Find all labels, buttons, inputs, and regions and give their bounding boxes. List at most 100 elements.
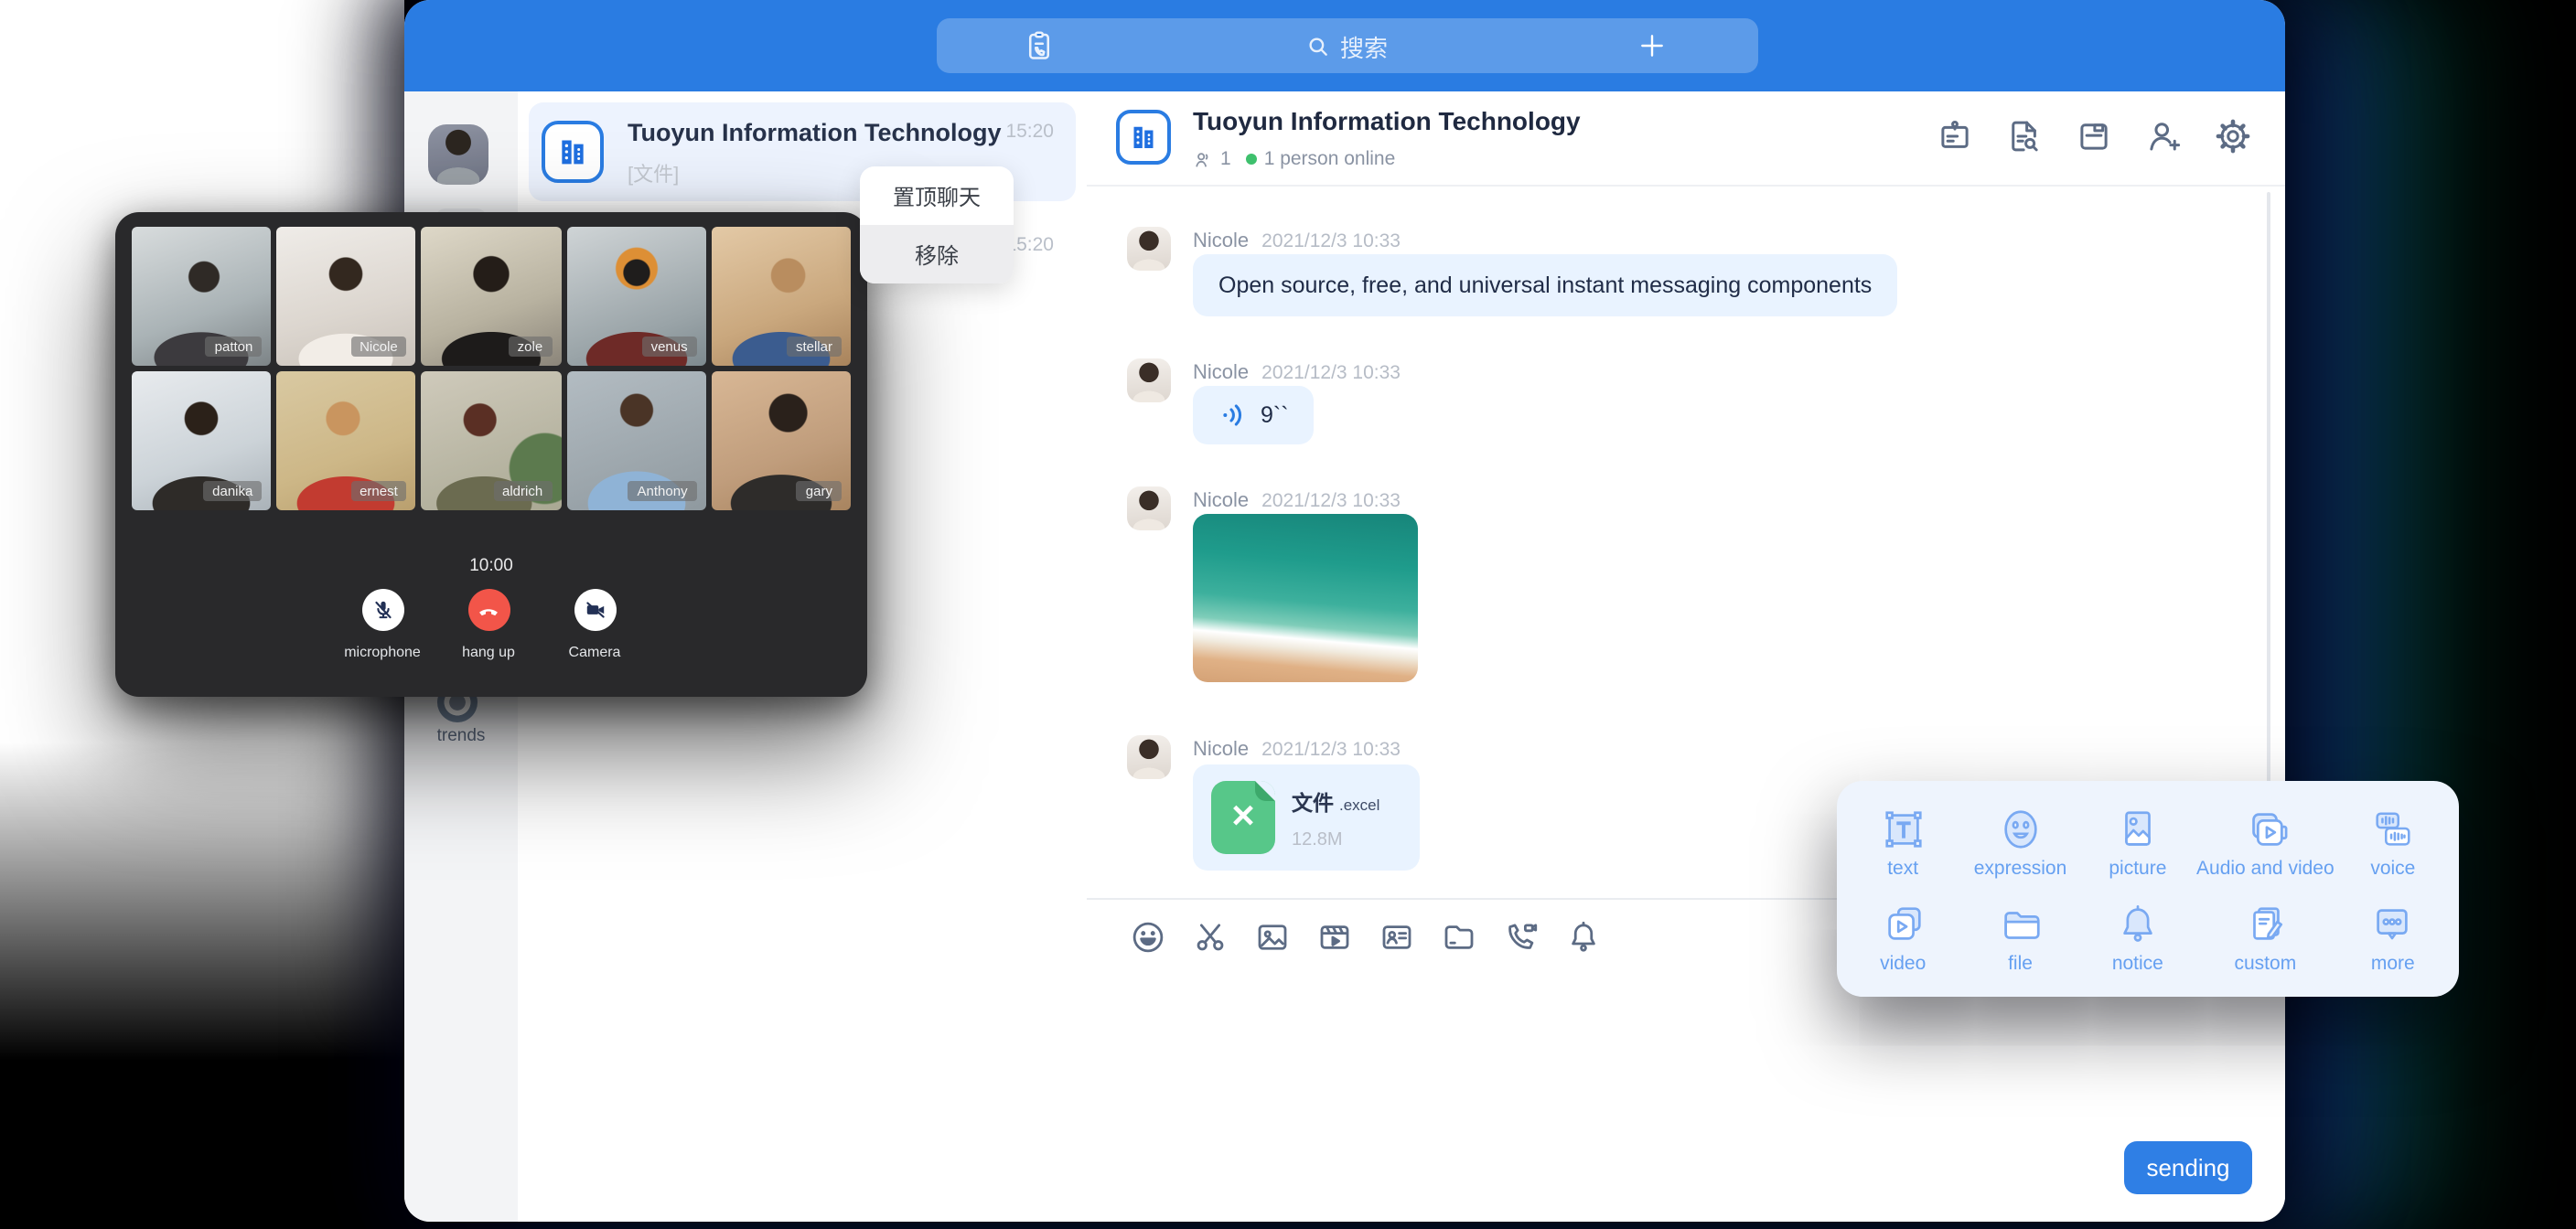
file-size: 12.8M [1292,829,1379,850]
image-message[interactable] [1193,514,1418,682]
sender-name: Nicole [1193,739,1249,761]
group-avatar-icon [542,121,604,183]
user-avatar[interactable] [428,124,488,185]
popup-item-notice[interactable]: notice [2079,891,2196,986]
online-dot [1246,154,1257,165]
message-meta: Nicole2021/12/3 10:33 [1193,355,1401,388]
sender-avatar[interactable] [1127,735,1171,779]
chat-header: Tuoyun Information Technology 1 1 person… [1087,91,2285,187]
notice-bell-icon [2115,902,2161,947]
microphone-control: microphone [327,589,437,660]
file-icon[interactable] [2075,117,2113,155]
contact-card-icon[interactable] [1378,918,1416,956]
sender-avatar[interactable] [1127,227,1171,271]
participant-video[interactable]: Anthony [566,371,705,510]
sender-avatar[interactable] [1127,358,1171,402]
hangup-label: hang up [434,644,543,660]
participant-video[interactable]: zole [422,227,561,366]
popup-item-text[interactable]: text [1844,796,1961,891]
hang-up-button[interactable] [467,589,510,631]
image-icon[interactable] [1253,918,1292,956]
chat-panel: Tuoyun Information Technology 1 1 person… [1087,91,2285,1222]
send-button[interactable]: sending [2124,1141,2252,1194]
popup-item-custom[interactable]: custom [2196,891,2334,986]
participant-name: stellar [787,336,842,357]
trends-label[interactable]: trends [404,726,518,746]
participant-video[interactable]: ernest [276,371,415,510]
search-placeholder: 搜索 [1340,28,1388,63]
voice-icon [2370,807,2416,852]
camera-label: Camera [540,644,649,660]
popup-item-audio-video[interactable]: Audio and video [2196,796,2334,891]
message-time: 2021/12/3 10:33 [1261,739,1401,761]
menu-item-pin-chat[interactable]: 置顶聊天 [860,166,1014,225]
folder-icon[interactable] [1440,918,1478,956]
popup-item-expression[interactable]: expression [1961,796,2078,891]
chat-title: Tuoyun Information Technology [1193,106,1581,135]
hangup-control: hang up [434,589,543,660]
conversation-last-message: [文件] [628,159,679,188]
voice-wave-icon [1218,401,1248,430]
call-timer: 10:00 [115,556,867,576]
voice-duration: 9`` [1261,402,1289,428]
members-icon [1193,149,1213,169]
add-icon[interactable] [1637,31,1667,60]
video-clip-icon[interactable] [1315,918,1354,956]
participant-video[interactable]: venus [566,227,705,366]
settings-icon[interactable] [2214,117,2252,155]
message-type-popup: text expression picture [1837,781,2459,997]
member-count: 1 [1220,148,1231,170]
screenshot-scissors-icon[interactable] [1191,918,1229,956]
message-time: 2021/12/3 10:33 [1261,362,1401,384]
file-ext: .excel [1339,795,1379,813]
participant-grid: patton Nicole zole venus stellar danika … [132,227,851,510]
menu-item-remove[interactable]: 移除 [860,225,1014,283]
participant-name: Nicole [350,336,407,357]
voice-message-bubble[interactable]: 9`` [1193,386,1315,444]
announcement-icon[interactable] [1936,117,1974,155]
participant-name: zole [509,336,553,357]
participant-video[interactable]: danika [132,371,271,510]
message-time: 2021/12/3 10:33 [1261,230,1401,252]
notification-bell-icon[interactable] [1564,918,1603,956]
file-folder-icon [1998,902,2044,947]
popup-item-voice[interactable]: voice [2334,796,2452,891]
emoji-icon[interactable] [1129,918,1167,956]
participant-video[interactable]: stellar [712,227,851,366]
text-message-bubble[interactable]: Open source, free, and universal instant… [1193,254,1897,316]
participant-video[interactable]: gary [712,371,851,510]
participant-video[interactable]: Nicole [276,227,415,366]
message-time: 2021/12/3 10:33 [1261,490,1401,512]
expression-icon [1998,807,2044,852]
custom-icon [2242,902,2288,947]
file-message-bubble[interactable]: ✕ 文件.excel 12.8M [1193,764,1420,871]
message-meta: Nicole2021/12/3 10:33 [1193,223,1401,256]
camera-off-button[interactable] [574,589,616,631]
picture-icon [2115,807,2161,852]
doc-search-icon[interactable] [2005,117,2044,155]
participant-name: gary [797,480,842,501]
participant-video[interactable]: patton [132,227,271,366]
message-row [1127,358,1171,402]
video-icon [1880,902,1926,947]
popup-item-picture[interactable]: picture [2079,796,2196,891]
popup-item-video[interactable]: video [1844,891,1961,986]
add-member-icon[interactable] [2144,117,2183,155]
popup-item-file[interactable]: file [1961,891,2078,986]
search-icon [1307,34,1331,58]
participant-name: ernest [350,480,407,501]
online-text: 1 person online [1264,148,1396,170]
video-call-icon[interactable] [1502,918,1540,956]
video-call-window: patton Nicole zole venus stellar danika … [115,212,867,697]
sender-avatar[interactable] [1127,486,1171,530]
mute-microphone-button[interactable] [361,589,403,631]
search-bar[interactable]: 搜索 [937,18,1758,73]
file-name: 文件 [1292,793,1334,815]
participant-name: patton [206,336,263,357]
chat-header-actions [1936,117,2252,155]
popup-item-more[interactable]: more [2334,891,2452,986]
more-icon [2370,902,2416,947]
participant-video[interactable]: aldrich [422,371,561,510]
search-field[interactable]: 搜索 [937,18,1758,73]
message-row [1127,486,1171,530]
